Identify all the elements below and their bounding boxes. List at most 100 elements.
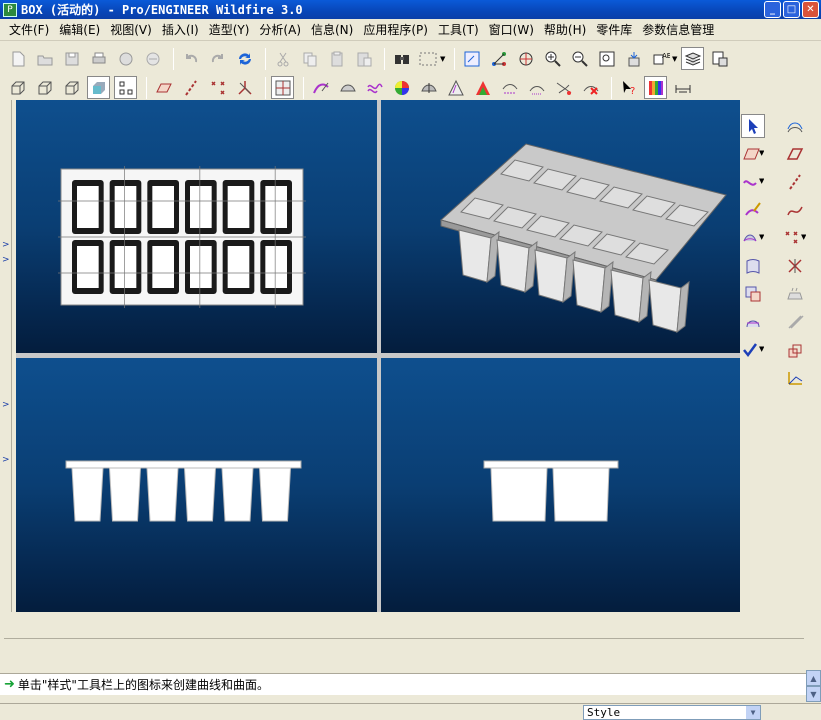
plane-icon[interactable]: ▼ <box>741 142 765 166</box>
datum-plane-icon[interactable] <box>152 76 175 99</box>
menu-info[interactable]: 信息(N) <box>306 19 358 41</box>
message-scrollbar[interactable]: ▲ ▼ <box>806 670 821 702</box>
find-icon[interactable] <box>390 47 413 70</box>
cut-icon[interactable] <box>271 47 294 70</box>
side-view-model[interactable] <box>381 358 740 612</box>
done-check-icon[interactable]: ▼ <box>741 338 765 362</box>
deviation-icon[interactable] <box>525 76 548 99</box>
maximize-button[interactable]: □ <box>783 1 800 18</box>
graphics-area[interactable] <box>16 100 740 612</box>
front-view-model[interactable] <box>16 358 377 612</box>
datum-plane-small-icon[interactable] <box>783 142 807 166</box>
whats-this-icon[interactable]: ? <box>617 76 640 99</box>
top-view-model[interactable] <box>16 100 377 353</box>
saved-views-dropdown-icon[interactable]: ▼ <box>672 55 679 63</box>
menu-window[interactable]: 窗口(W) <box>484 19 539 41</box>
orient-icon[interactable] <box>514 47 537 70</box>
expand-arrow-icon[interactable]: > <box>2 400 10 410</box>
copy-icon[interactable] <box>298 47 321 70</box>
point-array-icon[interactable] <box>783 282 807 306</box>
curve-edit-icon[interactable] <box>741 198 765 222</box>
curve-analysis-icon[interactable] <box>363 76 386 99</box>
delete-analysis-icon[interactable] <box>579 76 602 99</box>
close-button[interactable]: ✕ <box>802 1 819 18</box>
new-file-icon[interactable] <box>6 47 29 70</box>
viewport-top-view[interactable] <box>16 100 377 353</box>
regenerate-icon[interactable] <box>233 47 256 70</box>
paste-special-icon[interactable] <box>352 47 375 70</box>
zoom-in-icon[interactable] <box>541 47 564 70</box>
save-icon[interactable] <box>60 47 83 70</box>
view-manager-icon[interactable] <box>622 47 645 70</box>
surface-icon[interactable]: ▼ <box>741 226 765 250</box>
open-folder-icon[interactable] <box>33 47 56 70</box>
slope-icon[interactable] <box>471 76 494 99</box>
print-icon[interactable] <box>87 47 110 70</box>
zoom-out-icon[interactable] <box>568 47 591 70</box>
spin-center-icon[interactable] <box>487 47 510 70</box>
model-tree-icon[interactable] <box>708 47 731 70</box>
surface-edit-icon[interactable] <box>741 282 765 306</box>
expand-arrow-icon[interactable]: > <box>2 255 10 265</box>
select-box-dropdown-icon[interactable]: ▼ <box>440 55 447 63</box>
reflection-icon[interactable] <box>444 76 467 99</box>
curve-surface-intersect-icon[interactable] <box>741 310 765 334</box>
app-icon[interactable]: P <box>3 2 17 17</box>
surface-curvature-icon[interactable] <box>336 76 359 99</box>
repaint-icon[interactable] <box>460 47 483 70</box>
datum-display-icon[interactable] <box>114 76 137 99</box>
color-spectrum-icon[interactable] <box>644 76 667 99</box>
paste-icon[interactable] <box>325 47 348 70</box>
select-arrow-icon[interactable] <box>741 114 765 138</box>
filter-select[interactable]: Style ▼ <box>583 705 761 720</box>
zoom-fit-icon[interactable] <box>595 47 618 70</box>
offset-edit-icon[interactable] <box>783 310 807 334</box>
curve-from-surface-icon[interactable] <box>783 114 807 138</box>
menu-analysis[interactable]: 分析(A) <box>254 19 306 41</box>
isometric-view-model[interactable] <box>381 100 740 353</box>
viewport-side-view[interactable] <box>381 358 740 612</box>
wireframe-icon[interactable] <box>6 76 29 99</box>
select-box-icon[interactable] <box>417 47 440 70</box>
email-icon[interactable] <box>141 47 164 70</box>
no-hidden-icon[interactable] <box>60 76 83 99</box>
offset-analysis-icon[interactable] <box>498 76 521 99</box>
menu-param-manager[interactable]: 参数信息管理 <box>637 19 719 41</box>
measure-icon[interactable] <box>671 76 694 99</box>
menu-tools[interactable]: 工具(T) <box>433 19 484 41</box>
expand-arrow-icon[interactable]: > <box>2 240 10 250</box>
datum-point-small-icon[interactable]: ▼ <box>783 226 807 250</box>
scroll-up-icon[interactable]: ▲ <box>806 670 821 686</box>
section-icon[interactable] <box>783 338 807 362</box>
minimize-button[interactable]: _ <box>764 1 781 18</box>
chevron-down-icon[interactable]: ▼ <box>746 706 760 719</box>
redo-icon[interactable] <box>206 47 229 70</box>
menu-view[interactable]: 视图(V) <box>105 19 157 41</box>
draft-analysis-icon[interactable] <box>417 76 440 99</box>
menu-part-library[interactable]: 零件库 <box>591 19 637 41</box>
menu-insert[interactable]: 插入(I) <box>157 19 204 41</box>
menu-applications[interactable]: 应用程序(P) <box>358 19 433 41</box>
coordinate-small-icon[interactable] <box>783 366 807 390</box>
sketch-curve-icon[interactable] <box>309 76 332 99</box>
shaded-curvature-icon[interactable] <box>390 76 413 99</box>
menu-edit[interactable]: 编辑(E) <box>54 19 105 41</box>
surface-connect-icon[interactable] <box>741 254 765 278</box>
hidden-line-icon[interactable] <box>33 76 56 99</box>
coordinate-system-icon[interactable] <box>233 76 256 99</box>
undo-icon[interactable] <box>179 47 202 70</box>
trim-icon[interactable] <box>783 254 807 278</box>
dihedral-icon[interactable] <box>552 76 575 99</box>
grid-view-icon[interactable] <box>271 76 294 99</box>
curve-icon[interactable] <box>783 198 807 222</box>
shading-icon[interactable] <box>87 76 110 99</box>
viewport-front-view[interactable] <box>16 358 377 612</box>
menu-help[interactable]: 帮助(H) <box>539 19 591 41</box>
datum-axis-small-icon[interactable] <box>783 170 807 194</box>
copy-window-icon[interactable] <box>114 47 137 70</box>
saved-views-icon[interactable]: AB <box>649 47 672 70</box>
scroll-down-icon[interactable]: ▼ <box>806 686 821 702</box>
expand-arrow-icon[interactable]: > <box>2 455 10 465</box>
datum-point-icon[interactable] <box>206 76 229 99</box>
datum-axis-icon[interactable] <box>179 76 202 99</box>
